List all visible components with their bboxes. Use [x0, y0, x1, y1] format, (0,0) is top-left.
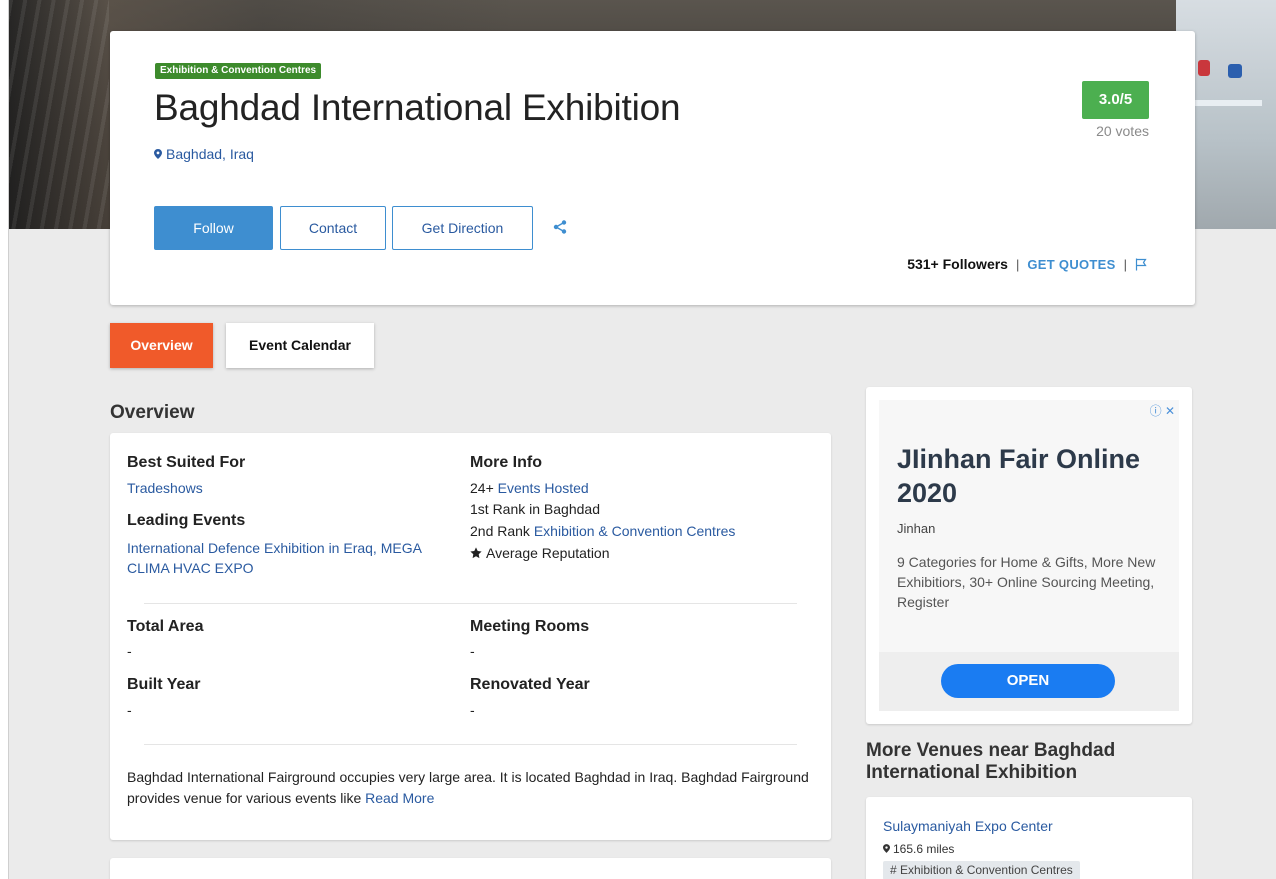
nearby-venues-heading: More Venues near Baghdad International E…: [866, 740, 1116, 783]
hero-decoration: [9, 0, 109, 229]
ad-info-close-icon[interactable]: ⓘ ✕: [1150, 402, 1175, 419]
read-more-link[interactable]: Read More: [365, 790, 434, 806]
rank-category-link[interactable]: Exhibition & Convention Centres: [534, 523, 736, 539]
followers-row: 531+ Followers | GET QUOTES |: [907, 256, 1147, 272]
venue-category-tag[interactable]: # Exhibition & Convention Centres: [883, 861, 1080, 879]
rank-category: 2nd Rank Exhibition & Convention Centres: [470, 521, 735, 541]
page-title: Baghdad International Exhibition: [154, 87, 681, 128]
total-area-label: Total Area: [127, 618, 204, 635]
flag-icon[interactable]: [1135, 258, 1147, 271]
hero-photo-detail: [1198, 60, 1210, 76]
overview-card: Best Suited For Tradeshows Leading Event…: [110, 433, 831, 840]
ad-card: ⓘ ✕ JIinhan Fair Online 2020 Jinhan 9 Ca…: [866, 387, 1192, 724]
separator: |: [1123, 256, 1127, 272]
renovated-year-value: -: [470, 702, 475, 718]
more-info-label: More Info: [470, 454, 542, 471]
best-suited-link[interactable]: Tradeshows: [127, 478, 203, 498]
share-icon[interactable]: [553, 220, 567, 234]
ad-description: 9 Categories for Home & Gifts, More New …: [897, 554, 1156, 610]
ad-footer: OPEN: [879, 652, 1179, 711]
next-section-card: [110, 858, 831, 879]
overview-heading: Overview: [110, 402, 195, 423]
nearby-venues-card: Sulaymaniyah Expo Center 165.6 miles # E…: [866, 797, 1192, 879]
venue-link[interactable]: Sulaymaniyah Expo Center: [883, 818, 1053, 834]
venue-description: Baghdad International Fairground occupie…: [127, 767, 817, 809]
rank-city: 1st Rank in Baghdad: [470, 501, 600, 517]
ad-open-button[interactable]: OPEN: [941, 664, 1115, 698]
leading-events-link[interactable]: International Defence Exhibition in Eraq…: [127, 538, 467, 578]
description-text: Baghdad International Fairground occupie…: [127, 769, 809, 806]
ad-banner[interactable]: ⓘ ✕ JIinhan Fair Online 2020 Jinhan 9 Ca…: [879, 400, 1179, 711]
follow-button[interactable]: Follow: [154, 206, 273, 250]
map-pin-icon: [883, 844, 890, 853]
ad-advertiser: Jinhan: [897, 521, 936, 536]
venue-header-card: Exhibition & Convention Centres Baghdad …: [110, 31, 1195, 305]
followers-count: 531+ Followers: [907, 256, 1008, 272]
divider: [144, 603, 797, 604]
renovated-year-label: Renovated Year: [470, 676, 590, 693]
separator: |: [1015, 256, 1020, 272]
map-pin-icon: [154, 149, 162, 159]
votes-count: 20 votes: [1096, 123, 1149, 139]
ad-title[interactable]: JIinhan Fair Online 2020: [897, 442, 1167, 510]
contact-button[interactable]: Contact: [280, 206, 386, 250]
star-icon: [470, 547, 482, 559]
events-hosted-link[interactable]: Events Hosted: [498, 480, 589, 496]
get-direction-button[interactable]: Get Direction: [392, 206, 533, 250]
events-hosted: 24+ Events Hosted: [470, 478, 589, 498]
rank-category-prefix: 2nd Rank: [470, 523, 530, 539]
category-badge[interactable]: Exhibition & Convention Centres: [155, 63, 322, 79]
hero-photo-detail: [1228, 64, 1242, 78]
total-area-value: -: [127, 643, 132, 659]
leading-events-label: Leading Events: [127, 512, 246, 529]
location-text: Baghdad, Iraq: [166, 146, 254, 162]
window-left-edge: [0, 0, 9, 879]
built-year-label: Built Year: [127, 676, 201, 693]
venue-distance: 165.6 miles: [883, 842, 954, 856]
rating-badge: 3.0/5: [1082, 81, 1149, 119]
tab-overview[interactable]: Overview: [110, 323, 213, 368]
venue-location[interactable]: Baghdad, Iraq: [154, 146, 254, 162]
meeting-rooms-value: -: [470, 643, 475, 659]
best-suited-label: Best Suited For: [127, 454, 246, 471]
meeting-rooms-label: Meeting Rooms: [470, 618, 590, 635]
reputation-text: Average Reputation: [486, 545, 610, 561]
reputation: Average Reputation: [470, 543, 610, 563]
built-year-value: -: [127, 702, 132, 718]
distance-text: 165.6 miles: [893, 842, 955, 856]
tab-event-calendar[interactable]: Event Calendar: [226, 323, 374, 368]
divider: [144, 744, 797, 745]
get-quotes-link[interactable]: GET QUOTES: [1027, 257, 1115, 272]
events-hosted-count: 24+: [470, 480, 494, 496]
